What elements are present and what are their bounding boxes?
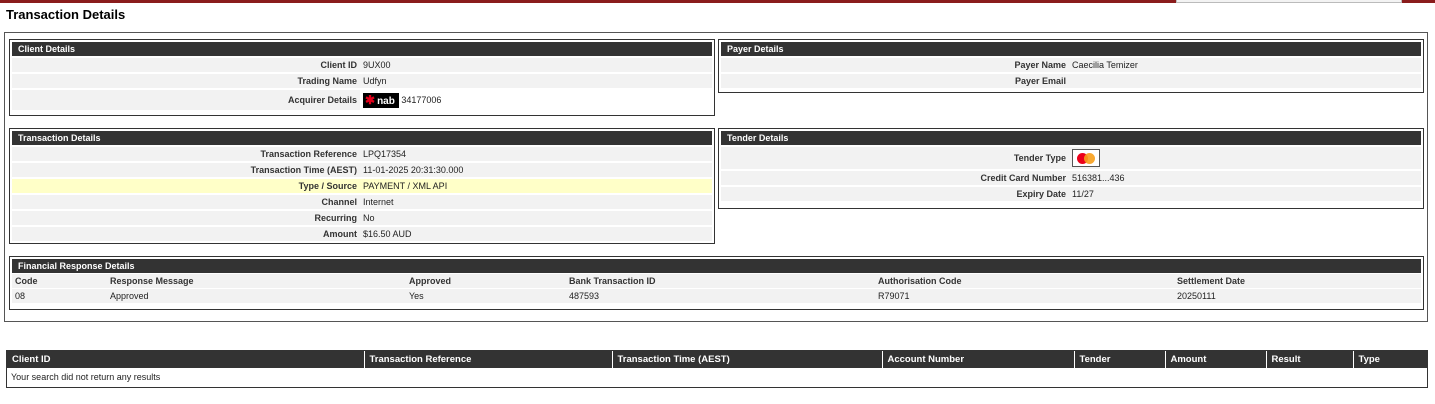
transaction-details-panel: Transaction Details Transaction Referenc… — [9, 128, 715, 244]
results-column-transaction-reference[interactable]: Transaction Reference — [364, 351, 613, 368]
column-approved: Approved — [406, 274, 566, 288]
trading-name-row: Trading Name Udfyn — [12, 74, 712, 88]
payer-email-label: Payer Email — [721, 74, 1069, 88]
payer-details-panel: Payer Details Payer Name Caecilia Temize… — [718, 39, 1424, 93]
results-column-type[interactable]: Type — [1353, 351, 1427, 368]
type-source-row: Type / Source PAYMENT / XML API — [12, 179, 712, 193]
client-id-label: Client ID — [12, 58, 360, 72]
results-column-tender[interactable]: Tender — [1074, 351, 1166, 368]
results-column-account-number[interactable]: Account Number — [882, 351, 1075, 368]
financial-response-panel: Financial Response Details Code Response… — [9, 256, 1424, 310]
results-column-result[interactable]: Result — [1266, 351, 1354, 368]
payer-name-value: Caecilia Temizer — [1069, 58, 1421, 72]
trading-name-value: Udfyn — [360, 74, 712, 88]
column-authorisation-code: Authorisation Code — [875, 274, 1174, 288]
expiry-date-label: Expiry Date — [721, 187, 1069, 201]
column-response-message: Response Message — [107, 274, 406, 288]
search-results-table: Client ID Transaction Reference Transact… — [6, 350, 1428, 388]
cell-settlement-date: 20250111 — [1174, 289, 1421, 303]
client-id-value: 9UX00 — [360, 58, 712, 72]
transaction-details-header: Transaction Details — [12, 131, 712, 145]
cell-response-message: Approved — [107, 289, 406, 303]
results-column-transaction-time[interactable]: Transaction Time (AEST) — [612, 351, 883, 368]
financial-response-table: Code Response Message Approved Bank Tran… — [12, 273, 1421, 304]
page-title: Transaction Details — [6, 7, 126, 22]
client-details-header: Client Details — [12, 42, 712, 56]
nab-logo: ✱ nab — [363, 92, 399, 108]
cell-bank-transaction-id: 487593 — [566, 289, 875, 303]
credit-card-number-row: Credit Card Number 516381...436 — [721, 171, 1421, 185]
payer-email-value — [1069, 74, 1421, 88]
tender-details-panel: Tender Details Tender Type Credit Card N… — [718, 128, 1424, 209]
column-code: Code — [12, 274, 107, 288]
payer-details-table: Payer Name Caecilia Temizer Payer Email — [721, 56, 1421, 90]
cell-code: 08 — [12, 289, 107, 303]
recurring-label: Recurring — [12, 211, 360, 225]
payer-email-row: Payer Email — [721, 74, 1421, 88]
client-details-panel: Client Details Client ID 9UX00 Trading N… — [9, 39, 715, 116]
cell-authorisation-code: R79071 — [875, 289, 1174, 303]
transaction-time-value: 11-01-2025 20:31:30.000 — [360, 163, 712, 177]
nab-star-icon: ✱ — [365, 92, 376, 107]
tender-type-label: Tender Type — [721, 147, 1069, 169]
type-source-value: PAYMENT / XML API — [360, 179, 712, 193]
tender-details-header: Tender Details — [721, 131, 1421, 145]
financial-response-header: Financial Response Details — [12, 259, 1421, 273]
details-container: Client Details Client ID 9UX00 Trading N… — [4, 32, 1428, 322]
nab-logo-text: nab — [377, 95, 395, 107]
recurring-row: Recurring No — [12, 211, 712, 225]
acquirer-details-row: Acquirer Details ✱ nab 34177006 — [12, 90, 712, 110]
recurring-value: No — [360, 211, 712, 225]
trading-name-label: Trading Name — [12, 74, 360, 88]
amount-label: Amount — [12, 227, 360, 241]
no-results-message: Your search did not return any results — [7, 368, 1427, 385]
payer-name-row: Payer Name Caecilia Temizer — [721, 58, 1421, 72]
tender-details-table: Tender Type Credit Card Number 516381...… — [721, 145, 1421, 203]
results-empty-row: Your search did not return any results — [7, 368, 1427, 385]
top-search-field[interactable] — [1176, 0, 1402, 3]
credit-card-number-value: 516381...436 — [1069, 171, 1421, 185]
transaction-time-label: Transaction Time (AEST) — [12, 163, 360, 177]
tender-type-row: Tender Type — [721, 147, 1421, 169]
transaction-details-table: Transaction Reference LPQ17354 Transacti… — [12, 145, 712, 243]
transaction-reference-value: LPQ17354 — [360, 147, 712, 161]
transaction-reference-row: Transaction Reference LPQ17354 — [12, 147, 712, 161]
table-row: 08 Approved Yes 487593 R79071 20250111 — [12, 289, 1421, 303]
acquirer-details-value: 34177006 — [401, 95, 442, 106]
payer-name-label: Payer Name — [721, 58, 1069, 72]
channel-label: Channel — [12, 195, 360, 209]
payer-details-header: Payer Details — [721, 42, 1421, 56]
financial-response-header-row: Code Response Message Approved Bank Tran… — [12, 274, 1421, 288]
acquirer-details-label: Acquirer Details — [12, 90, 360, 110]
credit-card-number-label: Credit Card Number — [721, 171, 1069, 185]
expiry-date-row: Expiry Date 11/27 — [721, 187, 1421, 201]
expiry-date-value: 11/27 — [1069, 187, 1421, 201]
cell-approved: Yes — [406, 289, 566, 303]
amount-row: Amount $16.50 AUD — [12, 227, 712, 241]
results-column-client-id[interactable]: Client ID — [7, 351, 365, 368]
transaction-time-row: Transaction Time (AEST) 11-01-2025 20:31… — [12, 163, 712, 177]
results-column-amount[interactable]: Amount — [1165, 351, 1267, 368]
results-header-row: Client ID Transaction Reference Transact… — [7, 351, 1427, 368]
client-details-table: Client ID 9UX00 Trading Name Udfyn Acqui… — [12, 56, 712, 112]
amount-value: $16.50 AUD — [360, 227, 712, 241]
transaction-reference-label: Transaction Reference — [12, 147, 360, 161]
type-source-label: Type / Source — [12, 179, 360, 193]
mastercard-icon — [1072, 149, 1100, 167]
column-settlement-date: Settlement Date — [1174, 274, 1421, 288]
client-id-row: Client ID 9UX00 — [12, 58, 712, 72]
column-bank-transaction-id: Bank Transaction ID — [566, 274, 875, 288]
channel-value: Internet — [360, 195, 712, 209]
channel-row: Channel Internet — [12, 195, 712, 209]
